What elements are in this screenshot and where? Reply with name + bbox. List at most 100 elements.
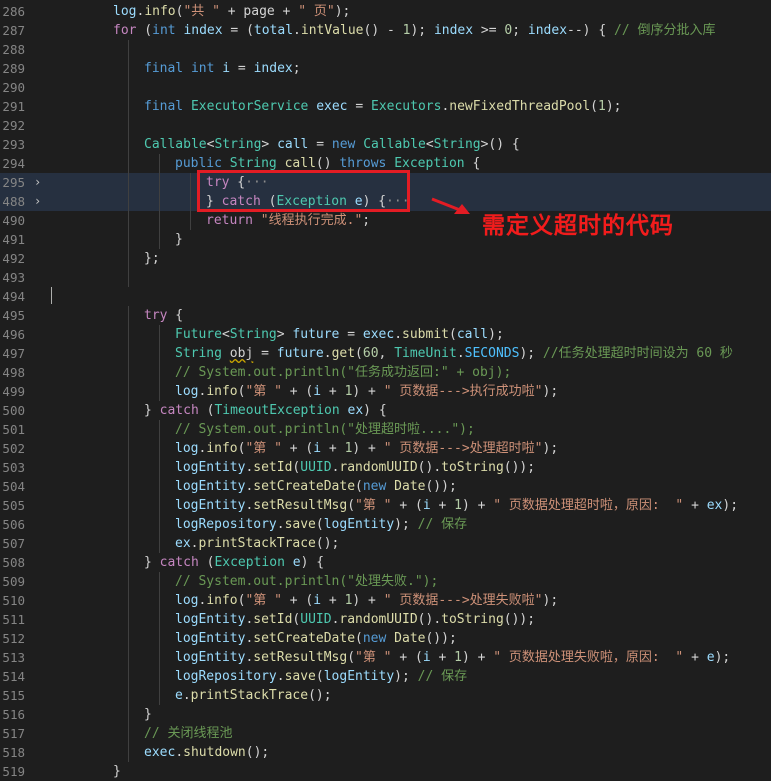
code-line[interactable]: 288 [0,40,771,59]
code-token: = [347,99,371,114]
code-token: . [456,346,465,361]
code-line[interactable]: 492}; [0,249,771,268]
code-line[interactable]: 287 for (int index = (total.intValue() - … [0,21,771,40]
code-text[interactable]: Future<String> future = exec.submit(call… [175,325,504,344]
code-text[interactable]: }; [144,249,160,268]
code-text[interactable]: logEntity.setResultMsg("第 " + (i + 1) + … [175,648,730,667]
code-line[interactable]: 293 Callable<String> call = new Callable<… [0,135,771,154]
code-token: < [221,327,230,342]
code-text[interactable]: log.info("第 " + (i + 1) + " 页数据--->处理超时啦… [175,439,558,458]
code-token: >() { [480,137,520,152]
code-text[interactable]: final ExecutorService exec = Executors.n… [144,97,621,116]
code-token: --) { [567,23,614,38]
code-text[interactable]: logRepository.save(logEntity); // 保存 [175,515,467,534]
code-line[interactable]: 510 log.info("第 " + (i + 1) + " 页数据--->处理… [0,591,771,610]
code-text[interactable]: exec.shutdown(); [144,743,269,762]
code-text[interactable]: logEntity.setId(UUID.randomUUID().toStri… [175,458,535,477]
code-line[interactable]: 515 e.printStackTrace(); [0,686,771,705]
code-text[interactable]: // System.out.println("任务成功返回:" + obj); [175,363,511,382]
code-editor[interactable]: 286 log.info("共 " + page + " 页"); 287 for (… [0,2,771,781]
code-line[interactable]: 495 try { [0,306,771,325]
code-line[interactable]: 508 } catch (Exception e) { [0,553,771,572]
code-token: 1 [454,498,462,513]
code-line[interactable]: 494 [0,287,771,306]
fold-chevron-icon[interactable]: › [34,173,41,192]
code-line[interactable]: 505 logEntity.setResultMsg("第 " + (i + 1)… [0,496,771,515]
code-text[interactable]: log.info("第 " + (i + 1) + " 页数据--->处理失败啦… [175,591,558,610]
code-line[interactable]: 512 logEntity.setCreateDate(new Date()); [0,629,771,648]
code-text[interactable]: Callable<String> call = new Callable<Str… [144,135,520,154]
code-text[interactable]: logEntity.setResultMsg("第 " + (i + 1) + … [175,496,738,515]
code-text[interactable]: // System.out.println("处理超时啦...."); [175,420,475,439]
code-token: ); [519,346,543,361]
code-line[interactable]: 518 exec.shutdown(); [0,743,771,762]
fold-chevron-icon[interactable]: › [34,192,41,211]
code-line[interactable]: 503 logEntity.setId(UUID.randomUUID().toS… [0,458,771,477]
code-text[interactable]: logEntity.setCreateDate(new Date()); [175,629,457,648]
code-text[interactable]: logRepository.save(logEntity); // 保存 [175,667,467,686]
code-line[interactable]: 507 ex.printStackTrace(); [0,534,771,553]
code-text[interactable]: final int i = index; [144,59,301,78]
code-token: log [175,384,199,399]
code-line[interactable]: 292 [0,116,771,135]
code-line[interactable]: 511 logEntity.setId(UUID.randomUUID().toS… [0,610,771,629]
indent-guide [128,173,129,192]
code-text[interactable]: logEntity.setId(UUID.randomUUID().toStri… [175,610,535,629]
code-text[interactable]: for (int index = (total.intValue() - 1);… [113,21,715,40]
code-line[interactable]: 516} [0,705,771,724]
code-line[interactable]: 291 final ExecutorService exec = Executor… [0,97,771,116]
code-token: ( [347,498,356,513]
code-token: + ( [281,441,314,456]
code-line[interactable]: 514 logRepository.save(logEntity); // 保存 [0,667,771,686]
indent-guide [190,192,191,211]
code-line[interactable]: 513 logEntity.setResultMsg("第 " + (i + 1)… [0,648,771,667]
line-number: 508 [2,555,25,570]
code-text[interactable]: log.info("共 " + page + " 页"); [113,2,350,21]
code-token: ()); [503,460,536,475]
code-line[interactable]: 290 [0,78,771,97]
code-line[interactable]: 498 // System.out.println("任务成功返回:" + obj… [0,363,771,382]
code-line[interactable]: 517 // 关闭线程池 [0,724,771,743]
code-text[interactable]: } [175,230,183,249]
code-line[interactable]: 496 Future<String> future = exec.submit(c… [0,325,771,344]
code-text[interactable]: } catch (Exception e) { [144,553,324,572]
indent-guide [128,40,129,59]
code-text[interactable]: String obj = future.get(60, TimeUnit.SEC… [175,344,733,363]
code-text[interactable]: log.info("第 " + (i + 1) + " 页数据--->执行成功啦… [175,382,558,401]
code-token: logRepository [175,517,277,532]
code-token: = [230,61,254,76]
code-text[interactable]: try { [144,306,183,325]
code-line[interactable]: 509 // System.out.println("处理失败."); [0,572,771,591]
code-text[interactable]: logEntity.setCreateDate(new Date()); [175,477,457,496]
code-line[interactable]: 504 logEntity.setCreateDate(new Date()); [0,477,771,496]
code-token: try [144,308,168,323]
code-token: e [175,688,183,703]
indent-guide [159,439,160,458]
code-token: " 页数据--->执行成功啦" [383,384,543,399]
code-line[interactable]: 493 [0,268,771,287]
code-text[interactable]: return "线程执行完成."; [206,211,370,230]
code-line[interactable]: 501 // System.out.println("处理超时啦...."); [0,420,771,439]
code-line[interactable]: 286 log.info("共 " + page + " 页"); [0,2,771,21]
code-token: printStackTrace [190,688,309,703]
code-text[interactable]: // 关闭线程池 [144,724,232,743]
code-token: // System.out.println("处理失败."); [175,574,439,589]
code-line[interactable]: 499 log.info("第 " + (i + 1) + " 页数据--->执行… [0,382,771,401]
code-token: Callable [363,137,426,152]
code-line[interactable]: 506 logRepository.save(logEntity); // 保存 [0,515,771,534]
code-text[interactable]: ex.printStackTrace(); [175,534,339,553]
code-token: = ( [222,23,254,38]
code-token: // 保存 [417,517,468,532]
code-line[interactable]: 289 final int i = index; [0,59,771,78]
code-text[interactable]: e.printStackTrace(); [175,686,332,705]
indent-guide [128,496,129,515]
code-token: String [214,137,262,152]
code-line[interactable]: 500} catch (TimeoutException ex) { [0,401,771,420]
code-text[interactable]: } catch (TimeoutException ex) { [144,401,387,420]
code-line[interactable]: 502 log.info("第 " + (i + 1) + " 页数据--->处理… [0,439,771,458]
code-line[interactable]: 497 String obj = future.get(60, TimeUnit.… [0,344,771,363]
code-text[interactable]: // System.out.println("处理失败."); [175,572,438,591]
code-text[interactable]: } [144,705,152,724]
